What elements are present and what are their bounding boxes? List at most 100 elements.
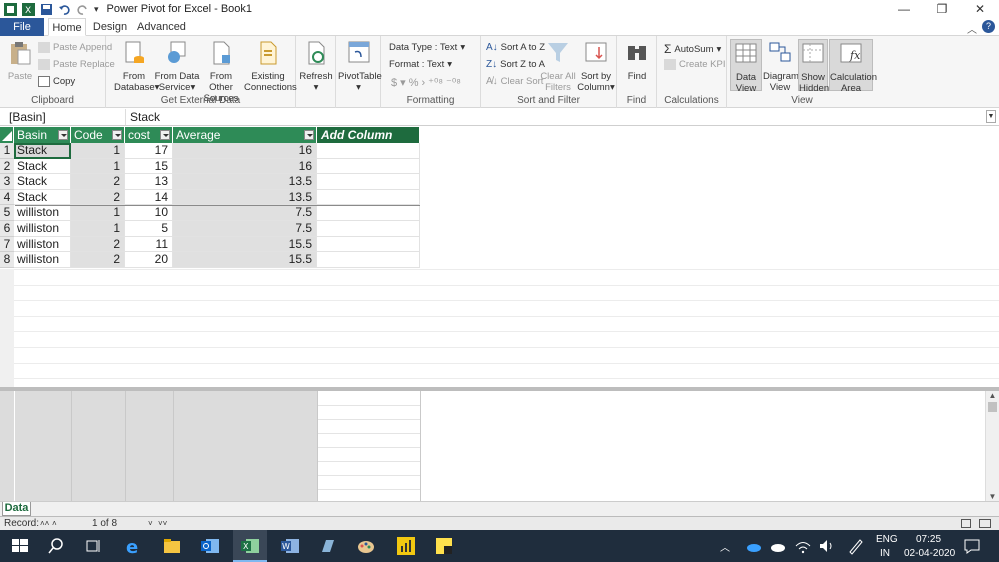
create-kpi-button[interactable]: Create KPI: [664, 59, 725, 70]
row-header[interactable]: 2: [0, 158, 14, 175]
row-header[interactable]: 8: [0, 252, 14, 268]
cloud-icon[interactable]: [768, 536, 788, 556]
task-view-icon[interactable]: [83, 536, 103, 556]
calc-vertical-scrollbar[interactable]: ▲ ▼: [985, 391, 999, 501]
decrease-decimal-icon[interactable]: ⁻⁰⁸: [446, 76, 461, 89]
last-record-icon[interactable]: ˅˅: [158, 517, 167, 530]
windows-start-icon[interactable]: [10, 536, 30, 556]
cell-average[interactable]: 16: [173, 158, 317, 175]
scroll-thumb[interactable]: [988, 402, 997, 412]
column-header-code[interactable]: Code: [71, 127, 125, 143]
currency-icon[interactable]: $ ▾: [391, 76, 406, 89]
filter-dropdown-icon[interactable]: [112, 130, 122, 140]
previous-record-icon[interactable]: ˄: [52, 517, 57, 530]
percent-icon[interactable]: %: [409, 77, 419, 89]
cell-cost[interactable]: 14: [125, 189, 173, 206]
tab-file[interactable]: File: [0, 18, 44, 36]
cell-add-column[interactable]: [317, 189, 420, 206]
first-record-icon[interactable]: ˄˄: [40, 517, 49, 530]
diagram-view-button[interactable]: Diagram View: [763, 40, 799, 93]
cell-cost[interactable]: 5: [125, 221, 173, 237]
cell-cost[interactable]: 10: [125, 205, 173, 221]
cell-code[interactable]: 1: [71, 221, 125, 237]
cell-average[interactable]: 15.5: [173, 252, 317, 268]
save-icon[interactable]: [40, 3, 53, 16]
cell-basin[interactable]: williston: [14, 221, 71, 237]
cell-cost[interactable]: 20: [125, 252, 173, 268]
minimize-button[interactable]: —: [885, 0, 923, 18]
sort-z-to-a-button[interactable]: Z↓ Sort Z to A: [486, 59, 545, 70]
edge-browser-icon[interactable]: e: [124, 536, 144, 556]
paste-append-button[interactable]: Paste Append: [38, 42, 112, 53]
cell-basin[interactable]: williston: [14, 205, 71, 221]
cell-average[interactable]: 15.5: [173, 236, 317, 253]
cell-average[interactable]: 16: [173, 143, 317, 159]
expand-formula-bar-icon[interactable]: ▼: [986, 110, 996, 123]
scroll-down-icon[interactable]: ▼: [986, 492, 999, 501]
cell-add-column[interactable]: [317, 252, 420, 268]
collapse-ribbon-icon[interactable]: ︿: [967, 21, 977, 36]
notes-app-icon[interactable]: [318, 536, 338, 556]
show-hidden-icons-chevron-icon[interactable]: ︿: [720, 539, 730, 554]
scroll-up-icon[interactable]: ▲: [986, 391, 999, 400]
paste-button[interactable]: Paste: [6, 40, 34, 82]
column-header-basin[interactable]: Basin: [14, 127, 71, 143]
cell-code[interactable]: 2: [71, 189, 125, 206]
cell-basin[interactable]: Stack: [14, 189, 71, 206]
paint-app-icon[interactable]: [356, 536, 376, 556]
filter-dropdown-icon[interactable]: [160, 130, 170, 140]
row-header[interactable]: 7: [0, 236, 14, 253]
name-box[interactable]: [Basin]: [4, 109, 126, 125]
cell-cost[interactable]: 13: [125, 174, 173, 190]
paste-replace-button[interactable]: Paste Replace: [38, 59, 115, 70]
add-column-header[interactable]: Add Column: [317, 127, 420, 143]
cell-cost[interactable]: 15: [125, 158, 173, 175]
data-view-button[interactable]: Data View: [730, 39, 762, 94]
tab-advanced[interactable]: Advanced: [137, 18, 186, 36]
cell-basin[interactable]: Stack: [14, 158, 71, 175]
word-icon[interactable]: W: [280, 536, 300, 556]
cell-add-column[interactable]: [317, 205, 420, 221]
power-bi-icon[interactable]: [396, 536, 416, 556]
search-icon[interactable]: [46, 536, 66, 556]
cell-average[interactable]: 13.5: [173, 189, 317, 206]
clock-time[interactable]: 07:25: [916, 534, 941, 545]
pivottable-button[interactable]: PivotTable ▾: [338, 40, 382, 93]
notification-icon[interactable]: [962, 536, 982, 556]
calculation-area-button[interactable]: fx Calculation Area: [829, 39, 877, 94]
undo-icon[interactable]: [58, 3, 71, 16]
from-data-service-button[interactable]: From Data Service▾: [154, 40, 200, 93]
comma-icon[interactable]: ›: [421, 77, 425, 89]
clock-date[interactable]: 02-04-2020: [904, 548, 955, 559]
pen-icon[interactable]: [846, 536, 866, 556]
cell-add-column[interactable]: [317, 174, 420, 190]
formula-input[interactable]: Stack: [130, 109, 160, 125]
tab-home[interactable]: Home: [48, 18, 86, 36]
column-header-average[interactable]: Average: [173, 127, 317, 143]
cell-basin[interactable]: williston: [14, 236, 71, 253]
find-button[interactable]: Find: [621, 40, 653, 82]
cell-add-column[interactable]: [317, 236, 420, 253]
volume-icon[interactable]: [817, 536, 837, 556]
existing-connections-button[interactable]: Existing Connections: [244, 40, 297, 93]
grid-view-icon[interactable]: [961, 519, 971, 528]
restore-button[interactable]: ❐: [923, 0, 961, 18]
select-all-corner[interactable]: [0, 127, 14, 143]
format-dropdown[interactable]: Format : Text ▾: [389, 59, 452, 70]
file-explorer-icon[interactable]: [162, 536, 182, 556]
sort-by-column-button[interactable]: Sort by Column▾: [577, 40, 615, 93]
customize-quick-access-icon[interactable]: ▾: [94, 4, 99, 15]
filter-dropdown-icon[interactable]: [58, 130, 68, 140]
cell-code[interactable]: 1: [71, 158, 125, 175]
cell-code[interactable]: 1: [71, 205, 125, 221]
filter-dropdown-icon[interactable]: [304, 130, 314, 140]
cell-basin[interactable]: Stack: [14, 174, 71, 190]
redo-icon[interactable]: [76, 3, 89, 16]
cell-cost[interactable]: 11: [125, 236, 173, 253]
number-format-buttons[interactable]: $ ▾ % › ⁺⁰⁸ ⁻⁰⁸: [391, 76, 461, 90]
show-hidden-button[interactable]: Show Hidden: [798, 39, 829, 94]
row-header[interactable]: 6: [0, 221, 14, 237]
diagram-view-small-icon[interactable]: [979, 519, 991, 528]
cell-add-column[interactable]: [317, 143, 420, 159]
close-button[interactable]: ✕: [961, 0, 999, 18]
